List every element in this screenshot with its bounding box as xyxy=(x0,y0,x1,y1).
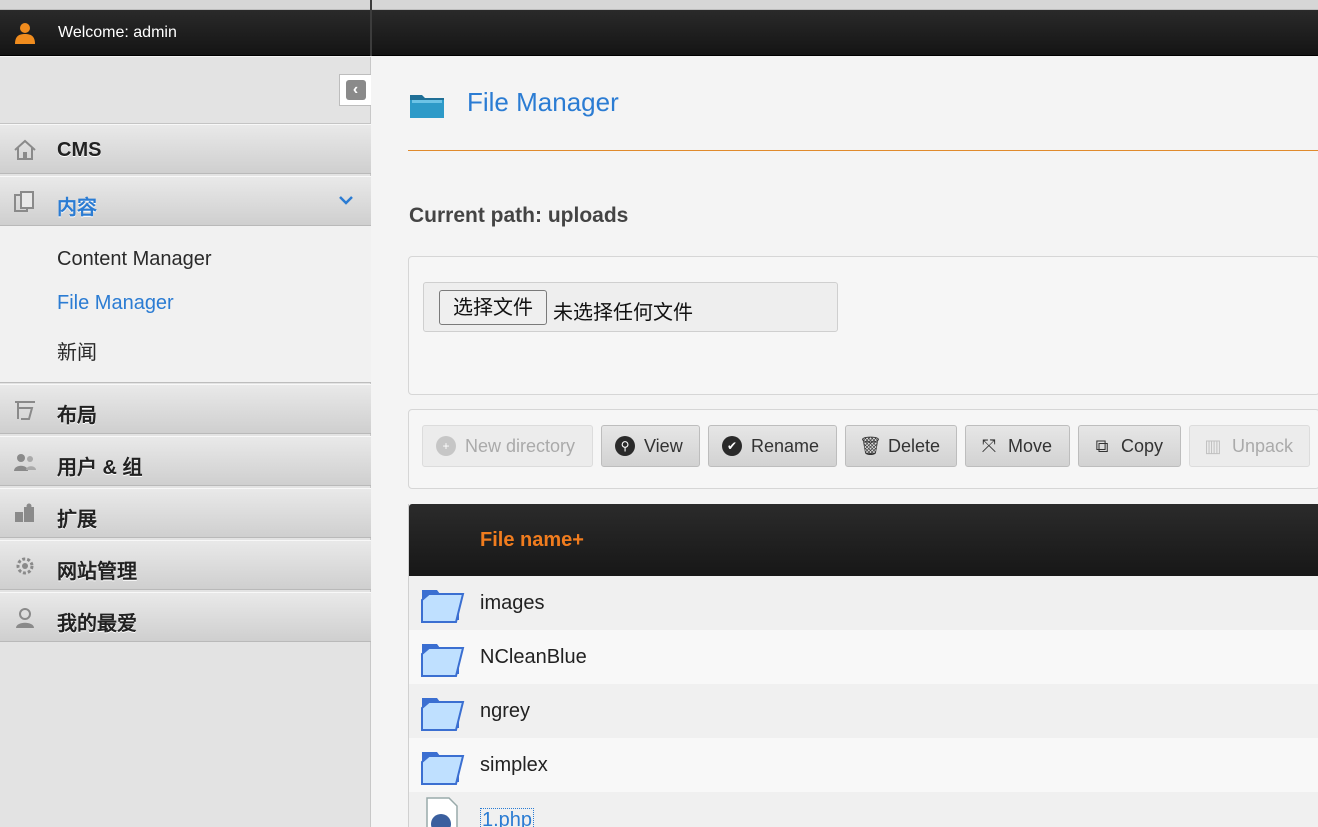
magnifier-icon: ⚲ xyxy=(615,436,635,456)
unpack-button[interactable]: ▥ Unpack xyxy=(1189,425,1310,467)
puzzle-icon xyxy=(15,503,34,522)
move-arrows-icon: ⤧ xyxy=(981,436,997,456)
copy-icon: ⧉ xyxy=(1095,436,1109,456)
open-folder-icon xyxy=(421,644,465,677)
page-title: File Manager xyxy=(467,87,619,117)
sidebar-item-extensions[interactable]: 扩展 xyxy=(0,488,371,538)
sidebar-item-cms[interactable]: CMS xyxy=(0,124,371,174)
table-row[interactable]: images xyxy=(409,576,1318,630)
file-name[interactable]: NCleanBlue xyxy=(480,646,587,669)
home-icon xyxy=(14,139,36,160)
sidebar-item-label: CMS xyxy=(57,139,102,161)
button-label: Move xyxy=(1008,435,1053,456)
sidebar-item-label: 扩展 xyxy=(57,509,97,531)
folder-icon xyxy=(410,95,444,118)
unpack-icon: ▥ xyxy=(1204,436,1222,456)
toolbar: + New directory ⚲ View ✔ Rename 🗑 Delete… xyxy=(408,409,1318,489)
file-name[interactable]: ngrey xyxy=(480,700,530,723)
sidebar-item-label: 我的最爱 xyxy=(57,613,137,635)
sidebar-item-label: 用户 & 组 xyxy=(57,457,143,479)
php-file-icon xyxy=(426,797,458,827)
table-header: File name+ xyxy=(409,504,1318,576)
file-name-column-header[interactable]: File name+ xyxy=(480,529,584,552)
check-icon: ✔ xyxy=(722,436,742,456)
top-bar: Welcome: admin xyxy=(0,0,1318,56)
table-row[interactable]: ngrey xyxy=(409,684,1318,738)
users-icon xyxy=(14,454,36,471)
copy-button[interactable]: ⧉ Copy xyxy=(1078,425,1181,467)
move-button[interactable]: ⤧ Move xyxy=(965,425,1070,467)
current-path: Current path: uploads xyxy=(409,204,629,227)
open-folder-icon xyxy=(421,752,465,785)
sidebar-item-content[interactable]: 内容 xyxy=(0,176,371,226)
delete-button[interactable]: 🗑 Delete xyxy=(845,425,957,467)
table-row[interactable]: simplex xyxy=(409,738,1318,792)
open-folder-icon xyxy=(421,590,465,623)
welcome-text: Welcome: admin xyxy=(58,24,177,41)
button-label: Copy xyxy=(1121,435,1164,456)
table-row[interactable]: NCleanBlue xyxy=(409,630,1318,684)
submenu-item-content-manager[interactable]: Content Manager xyxy=(57,248,212,271)
sidebar-item-label: 网站管理 xyxy=(57,561,137,583)
main-content: File Manager Current path: uploads 选择文件 … xyxy=(372,57,1318,827)
file-name-link[interactable]: 1.php xyxy=(480,808,535,827)
submenu-item-news[interactable]: 新闻 xyxy=(57,336,97,365)
divider xyxy=(408,150,1318,151)
rename-button[interactable]: ✔ Rename xyxy=(708,425,837,467)
sidebar-item-label: 内容 xyxy=(57,197,97,219)
file-table: File name+ images NCleanBlue ngrey simpl… xyxy=(408,504,1318,827)
user-icon xyxy=(15,23,35,44)
submenu-item-file-manager[interactable]: File Manager xyxy=(57,292,174,315)
sidebar-item-layout[interactable]: 布局 xyxy=(0,384,371,434)
file-input[interactable]: 选择文件 未选择任何文件 xyxy=(423,282,838,332)
gear-icon xyxy=(16,557,34,575)
trash-icon: 🗑 xyxy=(859,436,882,456)
sidebar-item-users[interactable]: 用户 & 组 xyxy=(0,436,371,486)
plus-icon: + xyxy=(436,436,456,456)
open-folder-icon xyxy=(421,698,465,731)
table-row[interactable]: 1.php xyxy=(409,792,1318,827)
chevron-left-icon: ‹ xyxy=(345,80,366,100)
upload-panel: 选择文件 未选择任何文件 xyxy=(408,256,1318,395)
button-label: Unpack xyxy=(1232,435,1294,456)
content-submenu: Content Manager File Manager 新闻 xyxy=(0,226,371,383)
top-strip xyxy=(0,0,1318,10)
file-name[interactable]: images xyxy=(480,592,544,615)
favorite-user-icon xyxy=(16,608,34,628)
collapse-sidebar-button[interactable]: ‹ xyxy=(339,74,371,106)
button-label: Rename xyxy=(751,435,820,456)
top-bar-separator xyxy=(370,0,372,56)
button-label: New directory xyxy=(465,435,576,456)
view-button[interactable]: ⚲ View xyxy=(601,425,700,467)
sidebar-item-site-admin[interactable]: 网站管理 xyxy=(0,540,371,590)
file-status: 未选择任何文件 xyxy=(553,300,693,324)
chevron-down-icon xyxy=(339,196,353,205)
new-directory-button[interactable]: + New directory xyxy=(422,425,593,467)
button-label: Delete xyxy=(888,435,941,456)
content-icon xyxy=(14,191,34,212)
sidebar-item-favorites[interactable]: 我的最爱 xyxy=(0,592,371,642)
layout-icon xyxy=(15,401,35,420)
file-name[interactable]: simplex xyxy=(480,754,548,777)
button-label: View xyxy=(644,435,683,456)
choose-file-button[interactable]: 选择文件 xyxy=(439,290,547,325)
sidebar-item-label: 布局 xyxy=(57,405,97,427)
